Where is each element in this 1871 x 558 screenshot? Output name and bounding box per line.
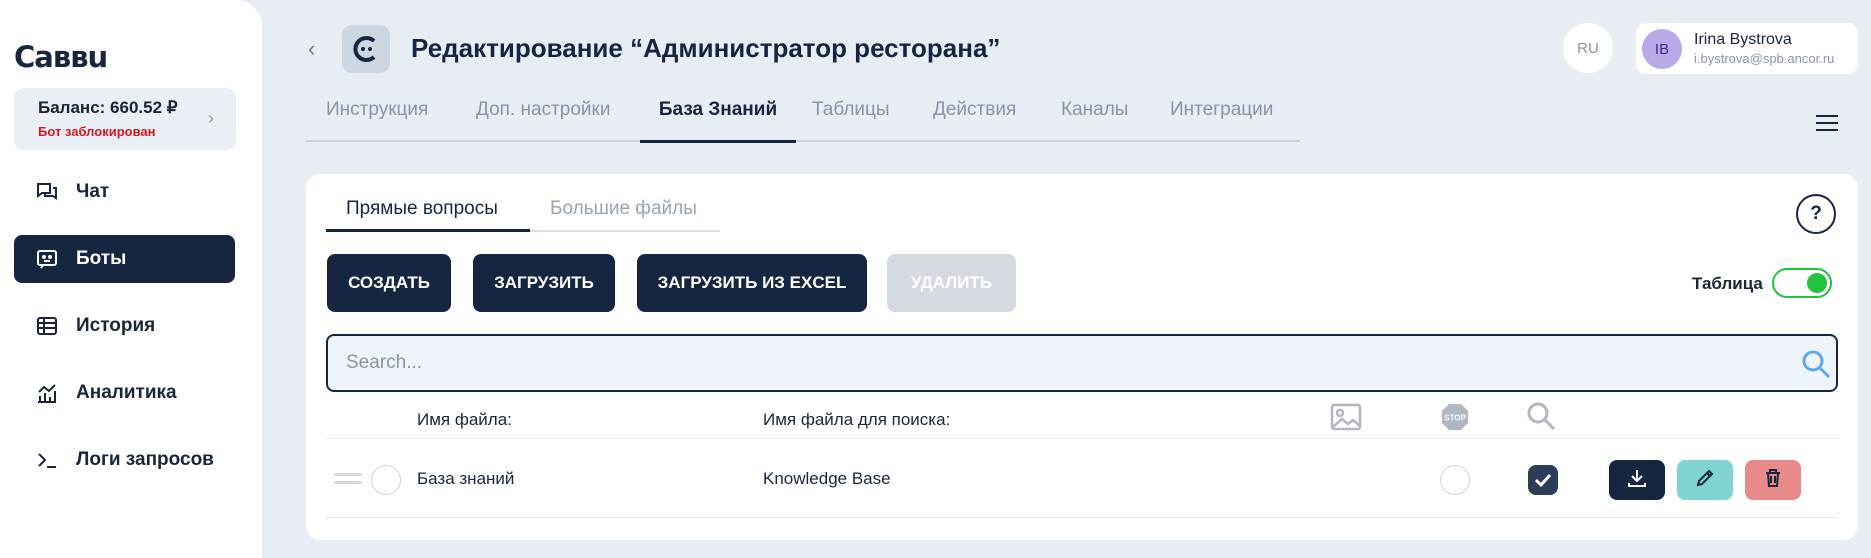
search-input[interactable] [346,349,1746,377]
page-title: Редактирование “Администратор ресторана” [411,33,1001,63]
tab-integrations[interactable]: Интеграции [1170,92,1273,142]
tab-bar: Инструкция Доп. настройки База Знаний Та… [306,92,1300,143]
table-toggle[interactable] [1772,268,1832,298]
sidebar-item-label: Боты [76,248,127,269]
analytics-icon [34,380,60,406]
stop-icon: STOP [1440,402,1470,437]
table-icon [34,313,60,339]
image-icon [1330,402,1362,437]
tab-instruction[interactable]: Инструкция [326,92,428,142]
menu-icon[interactable] [1816,115,1838,131]
chevron-right-icon: › [208,108,214,128]
back-chevron-icon[interactable]: ‹ [308,36,315,62]
search-name-cell: Knowledge Base [763,469,891,488]
user-email: i.bystrova@spb.ancor.ru [1694,51,1835,66]
search-icon[interactable] [1800,348,1832,385]
upload-button[interactable]: ЗАГРУЗИТЬ [473,254,615,312]
sidebar-item-request-logs[interactable]: Логи запросов [14,436,235,484]
column-header-file-name: Имя файла: [417,410,512,429]
searchable-checkbox[interactable] [1528,465,1558,495]
chat-icon [34,179,60,205]
help-button[interactable]: ? [1796,194,1836,234]
download-icon [1626,467,1648,494]
search-icon [1525,400,1557,437]
bot-avatar [342,25,390,73]
pencil-icon [1694,467,1716,494]
drag-handle-icon[interactable] [334,473,362,489]
tab-actions[interactable]: Действия [933,92,1016,142]
upload-excel-button[interactable]: ЗАГРУЗИТЬ ИЗ EXCEL [637,254,867,312]
svg-text:STOP: STOP [1444,414,1466,423]
sidebar: Саввu Баланс: 660.52 ₽ Бот заблокирован … [0,0,262,558]
balance-card[interactable]: Баланс: 660.52 ₽ Бот заблокирован › [14,88,236,150]
subtab-direct-questions[interactable]: Прямые вопросы [346,198,498,230]
create-button[interactable]: СОЗДАТЬ [327,254,451,312]
bot-icon [34,246,60,272]
tab-tables[interactable]: Таблицы [812,92,890,142]
sidebar-item-label: История [76,315,156,336]
edit-button[interactable] [1677,460,1733,500]
sidebar-item-bots[interactable]: Боты [14,235,235,283]
terminal-icon [34,447,60,473]
table-toggle-label: Таблица [1692,274,1763,293]
toggle-knob [1807,273,1827,293]
tab-knowledge-base[interactable]: База Знаний [640,92,796,143]
avatar: IB [1642,29,1682,69]
sidebar-item-analytics[interactable]: Аналитика [14,369,235,417]
balance-amount: Баланс: 660.52 ₽ [38,98,178,117]
delete-row-button[interactable] [1745,460,1801,500]
sidebar-item-label: Чат [76,181,110,202]
download-button[interactable] [1609,460,1665,500]
sidebar-item-history[interactable]: История [14,302,235,350]
user-profile[interactable]: IB Irina Bystrova i.bystrova@spb.ancor.r… [1636,23,1858,74]
app-logo[interactable]: Саввu [14,40,108,74]
tab-channels[interactable]: Каналы [1061,92,1128,142]
table-row: База знаний Knowledge Base [326,438,1838,518]
delete-button[interactable]: УДАЛИТЬ [887,254,1016,312]
user-name: Irina Bystrova [1694,31,1792,48]
trash-icon [1762,467,1784,494]
file-name-cell: База знаний [417,469,515,488]
tab-extra-settings[interactable]: Доп. настройки [476,92,610,142]
stop-checkbox[interactable] [1440,465,1470,495]
tab-label: База Знаний [658,99,778,120]
sidebar-item-label: Аналитика [76,382,177,403]
subtab-large-files[interactable]: Большие файлы [550,198,697,230]
sidebar-item-label: Логи запросов [76,449,214,470]
knowledge-base-card: Прямые вопросы Большие файлы ? СОЗДАТЬ З… [306,174,1858,540]
column-header-search-name: Имя файла для поиска: [763,410,951,429]
search-bar [326,334,1838,392]
row-select-checkbox[interactable] [371,465,401,495]
bot-status: Бот заблокирован [38,124,156,139]
language-switch[interactable]: RU [1563,23,1613,73]
sidebar-item-chat[interactable]: Чат [14,168,235,216]
